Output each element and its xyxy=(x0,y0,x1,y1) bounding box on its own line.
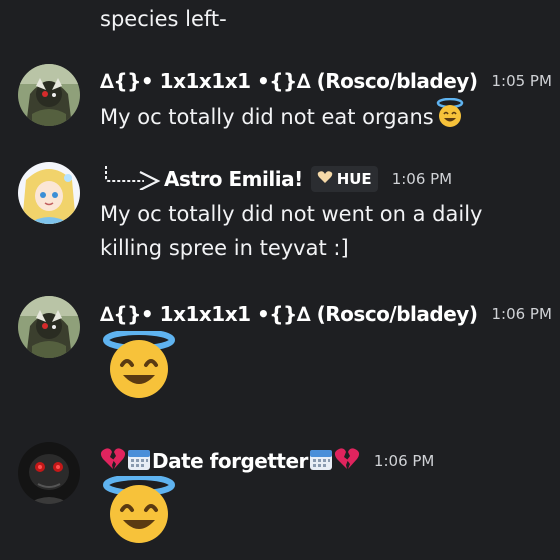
smiling-face-with-halo-icon xyxy=(434,97,466,138)
message-header: ∆{}• 1x1x1x1 •{}∆ (Rosco/bladey) 1:06 PM xyxy=(100,299,552,329)
calendar-icon xyxy=(126,447,152,475)
broken-heart-icon xyxy=(334,447,360,475)
message-content: My oc totally did not eat organs xyxy=(100,97,466,138)
chat-scroll-area[interactable]: species left- ∆{}• 1x1x1x1 •{}∆ (Rosco/b… xyxy=(0,0,560,560)
timestamp[interactable]: 1:06 PM xyxy=(491,305,551,323)
role-tag[interactable]: HUE xyxy=(310,166,378,192)
username[interactable]: ∆{}• 1x1x1x1 •{}∆ (Rosco/bladey) xyxy=(100,302,478,326)
message-header: Astro Emilia! HUE 1:06 PM xyxy=(100,164,452,194)
username[interactable]: ∆{}• 1x1x1x1 •{}∆ (Rosco/bladey) xyxy=(100,69,478,93)
timestamp[interactable]: 1:06 PM xyxy=(392,170,452,188)
smiling-face-with-halo-icon xyxy=(100,329,178,403)
message-text: killing spree in teyvat :] xyxy=(100,236,349,260)
avatar-rosco[interactable] xyxy=(18,64,80,126)
timestamp[interactable]: 1:05 PM xyxy=(491,72,551,90)
avatar-astro-emilia[interactable] xyxy=(18,162,80,224)
role-tag-label: HUE xyxy=(336,170,372,188)
message-text: My oc totally did not went on a daily xyxy=(100,202,483,226)
message-text: My oc totally did not eat organs xyxy=(100,105,434,129)
reply-arrow-icon xyxy=(100,164,162,194)
username[interactable]: Date forgetter xyxy=(152,449,308,473)
heart-icon xyxy=(317,170,333,188)
username[interactable]: Astro Emilia! xyxy=(164,167,303,191)
avatar-date-forgetter[interactable] xyxy=(18,442,80,504)
message-header: Date forgetter 1:06 PM xyxy=(100,446,434,476)
message-header: ∆{}• 1x1x1x1 •{}∆ (Rosco/bladey) 1:05 PM xyxy=(100,66,552,96)
message-continuation: species left- xyxy=(100,7,227,31)
timestamp[interactable]: 1:06 PM xyxy=(374,452,434,470)
calendar-icon xyxy=(308,447,334,475)
broken-heart-icon xyxy=(100,447,126,475)
avatar-rosco[interactable] xyxy=(18,296,80,358)
smiling-face-with-halo-icon xyxy=(100,474,178,548)
